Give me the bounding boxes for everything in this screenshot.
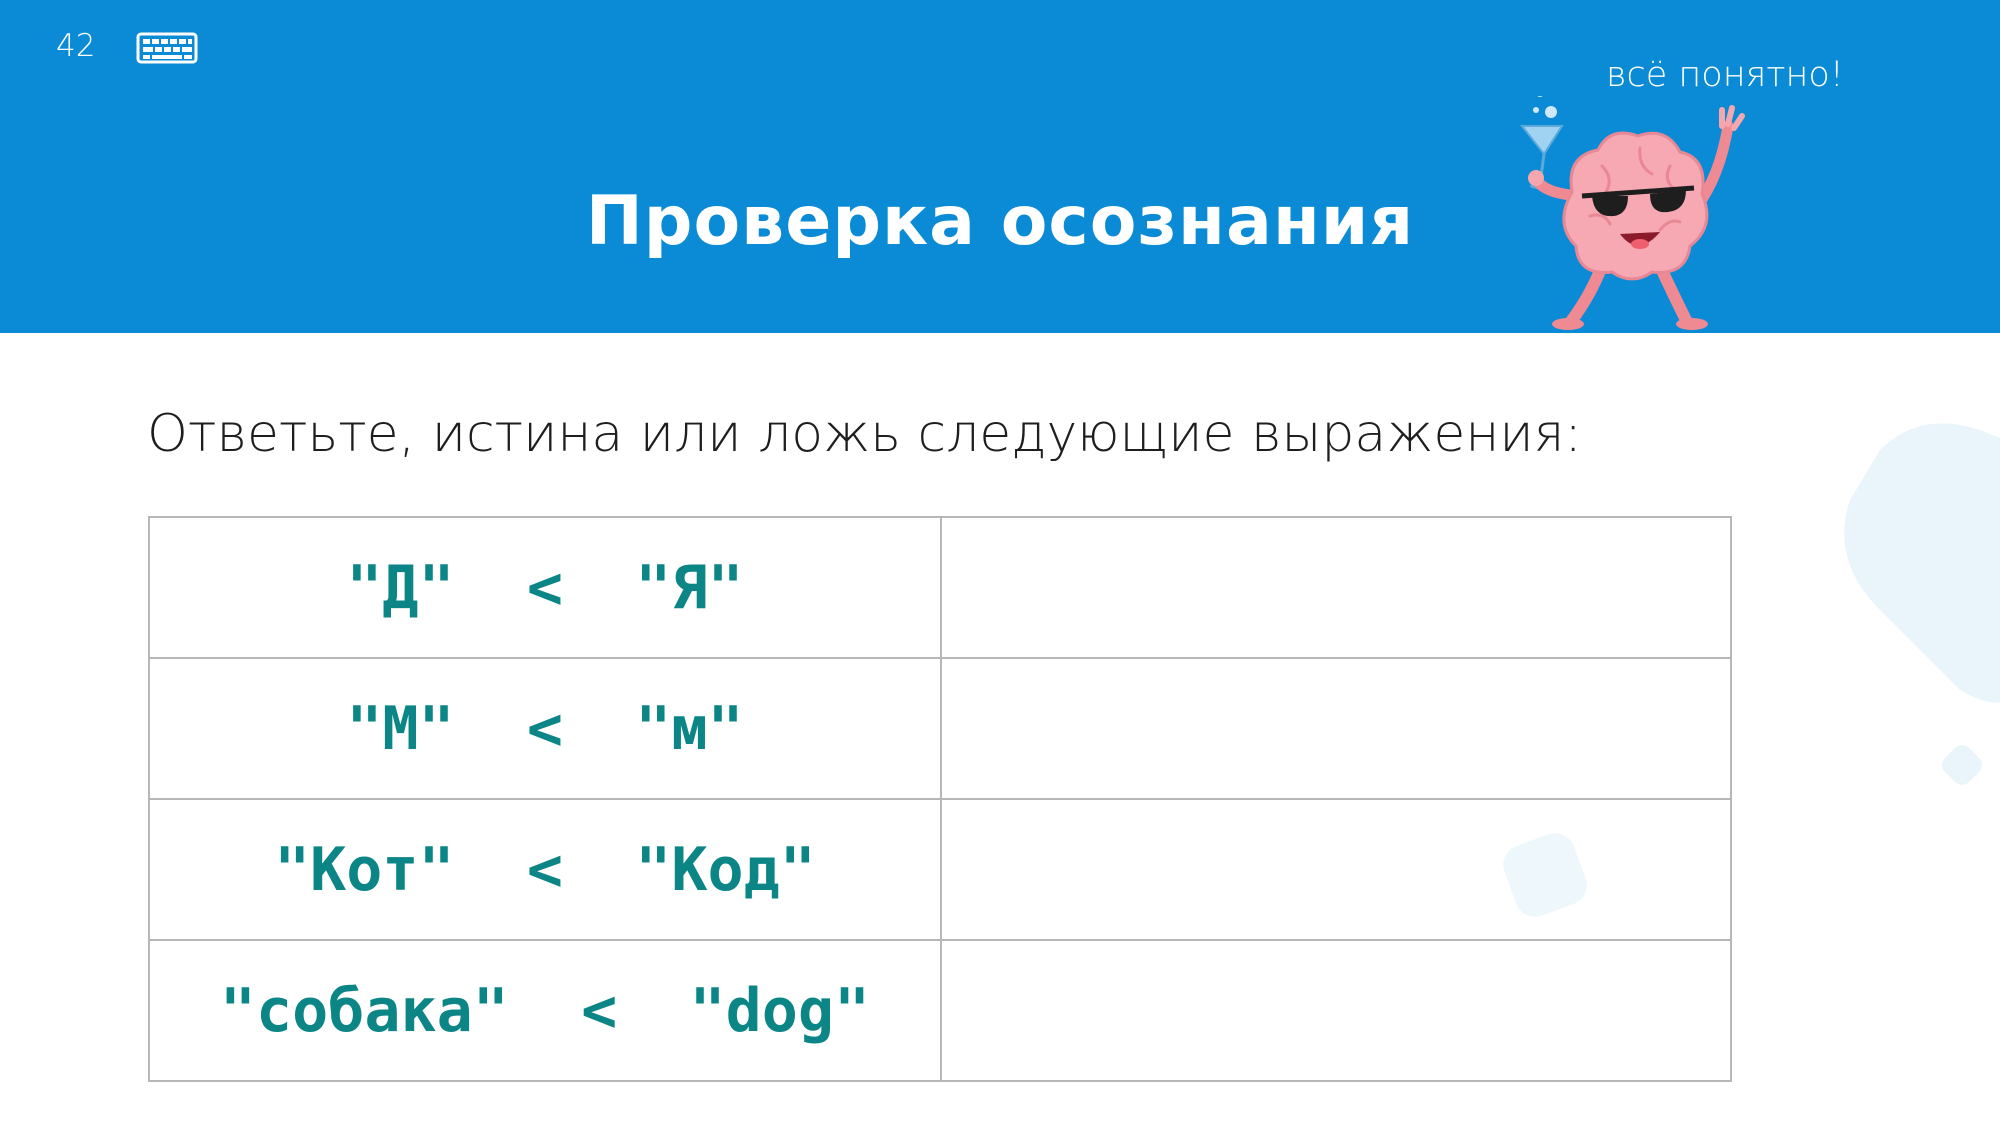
mascot-caption: всё понятно! [1606, 55, 1844, 95]
table-row: "Д" < "Я" [148, 516, 1732, 659]
expression-text: "собака" < "dog" [219, 975, 871, 1046]
expressions-table: "Д" < "Я" "М" < "м" "Кот" < "Код" "собак… [148, 516, 1732, 1082]
brain-mascot-icon [1519, 96, 1745, 330]
expression-text: "М" < "м" [346, 693, 744, 764]
keyboard-icon [136, 32, 198, 64]
question-text: Ответьте, истина или ложь следующие выра… [147, 404, 1582, 464]
decorative-shape [1844, 423, 2000, 703]
decorative-shape [1942, 745, 1982, 785]
answer-cell[interactable] [940, 657, 1732, 800]
slide: 42 Проверка осознания всё понятно! Ответ… [0, 0, 2000, 1125]
header-banner: 42 Проверка осознания всё понятно! [0, 0, 2000, 333]
expression-cell: "Д" < "Я" [148, 516, 942, 659]
table-row: "собака" < "dog" [148, 939, 1732, 1082]
answer-cell[interactable] [940, 939, 1732, 1082]
answer-cell[interactable] [940, 798, 1732, 941]
expression-text: "Кот" < "Код" [274, 834, 816, 905]
table-row: "Кот" < "Код" [148, 798, 1732, 941]
answer-cell[interactable] [940, 516, 1732, 659]
expression-text: "Д" < "Я" [346, 552, 744, 623]
expression-cell: "собака" < "dog" [148, 939, 942, 1082]
expression-cell: "М" < "м" [148, 657, 942, 800]
table-row: "М" < "м" [148, 657, 1732, 800]
expression-cell: "Кот" < "Код" [148, 798, 942, 941]
slide-number: 42 [56, 28, 96, 64]
